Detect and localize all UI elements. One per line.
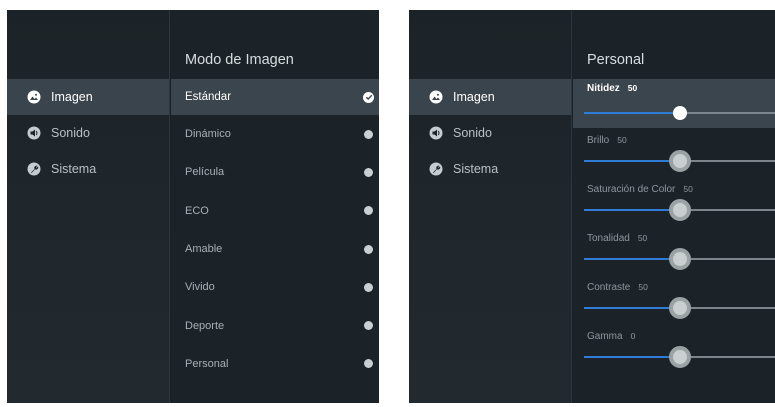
slider-knob[interactable] bbox=[668, 297, 691, 319]
slider-gamma[interactable]: Gamma 0 bbox=[573, 324, 775, 373]
personal-settings-screen: Imagen Sonido Sistema Personal Nitidez 50 bbox=[409, 10, 775, 403]
picture-mode-list: Estándar Dinámico Película ECO Amable Vi… bbox=[171, 79, 379, 383]
mode-option-label: Amable bbox=[185, 243, 223, 256]
mode-option-label: Deporte bbox=[185, 319, 225, 332]
slider-value: 50 bbox=[617, 135, 627, 145]
mode-option-label: Película bbox=[185, 166, 225, 179]
mode-option[interactable]: Deporte bbox=[171, 306, 379, 344]
sidebar: Imagen Sonido Sistema bbox=[7, 10, 170, 403]
slider-track[interactable] bbox=[584, 150, 775, 172]
image-icon bbox=[429, 90, 443, 104]
slider-contraste[interactable]: Contraste 50 bbox=[573, 275, 775, 324]
slider-label: Nitidez bbox=[587, 83, 620, 94]
mode-option-label: ECO bbox=[185, 204, 209, 217]
slider-label: Brillo bbox=[587, 135, 610, 146]
slider-value: 50 bbox=[683, 184, 693, 194]
slider-knob[interactable] bbox=[672, 106, 687, 120]
slider-brillo[interactable]: Brillo 50 bbox=[573, 128, 775, 177]
picture-mode-panel: Modo de Imagen Estándar Dinámico Películ… bbox=[171, 10, 379, 403]
slider-knob[interactable] bbox=[668, 248, 691, 270]
wrench-icon bbox=[429, 162, 443, 176]
slider-track[interactable] bbox=[584, 199, 775, 221]
mode-option-label: Estándar bbox=[185, 91, 232, 103]
mode-option[interactable]: Amable bbox=[171, 230, 379, 268]
slider-label: Saturación de Color bbox=[587, 184, 676, 195]
sidebar-item-label: Sonido bbox=[453, 126, 492, 140]
slider-track[interactable] bbox=[584, 106, 775, 120]
sidebar-item-label: Sistema bbox=[51, 162, 97, 176]
slider-fill bbox=[584, 307, 680, 309]
sidebar-item-label: Sistema bbox=[453, 162, 499, 176]
speaker-icon bbox=[429, 126, 443, 140]
mode-option[interactable]: Personal bbox=[171, 345, 379, 383]
slider-value: 0 bbox=[630, 331, 636, 341]
slider-label: Gamma bbox=[587, 331, 623, 342]
sidebar-item-imagen[interactable]: Imagen bbox=[7, 79, 169, 115]
sidebar-item-sonido[interactable]: Sonido bbox=[409, 115, 571, 151]
sidebar-item-imagen[interactable]: Imagen bbox=[409, 79, 571, 115]
sidebar-item-sistema[interactable]: Sistema bbox=[409, 151, 571, 187]
mode-option[interactable]: ECO bbox=[171, 192, 379, 230]
slider-tonalidad[interactable]: Tonalidad 50 bbox=[573, 226, 775, 275]
slider-nitidez[interactable]: Nitidez 50 bbox=[573, 79, 775, 128]
panel-title: Modo de Imagen bbox=[185, 52, 294, 68]
slider-label: Contraste bbox=[587, 282, 631, 293]
slider-fill bbox=[584, 209, 680, 211]
mode-option[interactable]: Estándar bbox=[171, 79, 379, 115]
slider-fill bbox=[584, 160, 680, 162]
radio-dot-icon bbox=[364, 359, 373, 369]
slider-saturacion-de-color[interactable]: Saturación de Color 50 bbox=[573, 177, 775, 226]
radio-dot-icon bbox=[364, 129, 373, 139]
radio-dot-icon bbox=[364, 206, 373, 216]
slider-track[interactable] bbox=[584, 346, 775, 368]
slider-knob[interactable] bbox=[668, 150, 691, 172]
slider-label: Tonalidad bbox=[587, 233, 630, 244]
radio-dot-icon bbox=[364, 167, 373, 177]
slider-value: 50 bbox=[627, 83, 638, 93]
slider-knob[interactable] bbox=[668, 346, 691, 368]
radio-dot-icon bbox=[364, 244, 373, 254]
mode-option-label: Vivido bbox=[185, 281, 215, 294]
sidebar-item-label: Sonido bbox=[51, 126, 90, 140]
mode-option-label: Dinámico bbox=[185, 128, 231, 141]
slider-knob[interactable] bbox=[668, 199, 691, 221]
slider-fill bbox=[584, 258, 680, 260]
slider-track[interactable] bbox=[584, 248, 775, 270]
radio-dot-icon bbox=[364, 282, 373, 292]
sidebar-item-label: Imagen bbox=[51, 90, 93, 104]
speaker-icon bbox=[27, 126, 41, 140]
radio-dot-icon bbox=[364, 321, 373, 331]
sidebar-item-sistema[interactable]: Sistema bbox=[7, 151, 169, 187]
sidebar: Imagen Sonido Sistema bbox=[409, 10, 572, 403]
mode-option-label: Personal bbox=[185, 357, 229, 370]
mode-option[interactable]: Dinámico bbox=[171, 115, 379, 153]
wrench-icon bbox=[27, 162, 41, 176]
slider-track[interactable] bbox=[584, 297, 775, 319]
mode-option[interactable]: Vivido bbox=[171, 268, 379, 306]
sidebar-item-label: Imagen bbox=[453, 90, 495, 104]
sidebar-item-sonido[interactable]: Sonido bbox=[7, 115, 169, 151]
selected-check-icon bbox=[363, 91, 374, 103]
slider-fill bbox=[584, 112, 680, 114]
slider-fill bbox=[584, 356, 680, 358]
mode-option[interactable]: Película bbox=[171, 153, 379, 191]
personal-settings-panel: Personal Nitidez 50 Brillo 50 Saturación d… bbox=[573, 10, 775, 403]
panel-title: Personal bbox=[587, 52, 645, 68]
picture-mode-screen: Imagen Sonido Sistema Modo de Imagen Est… bbox=[7, 10, 379, 403]
image-icon bbox=[27, 90, 41, 104]
slider-value: 50 bbox=[637, 233, 648, 243]
slider-value: 50 bbox=[638, 282, 648, 292]
